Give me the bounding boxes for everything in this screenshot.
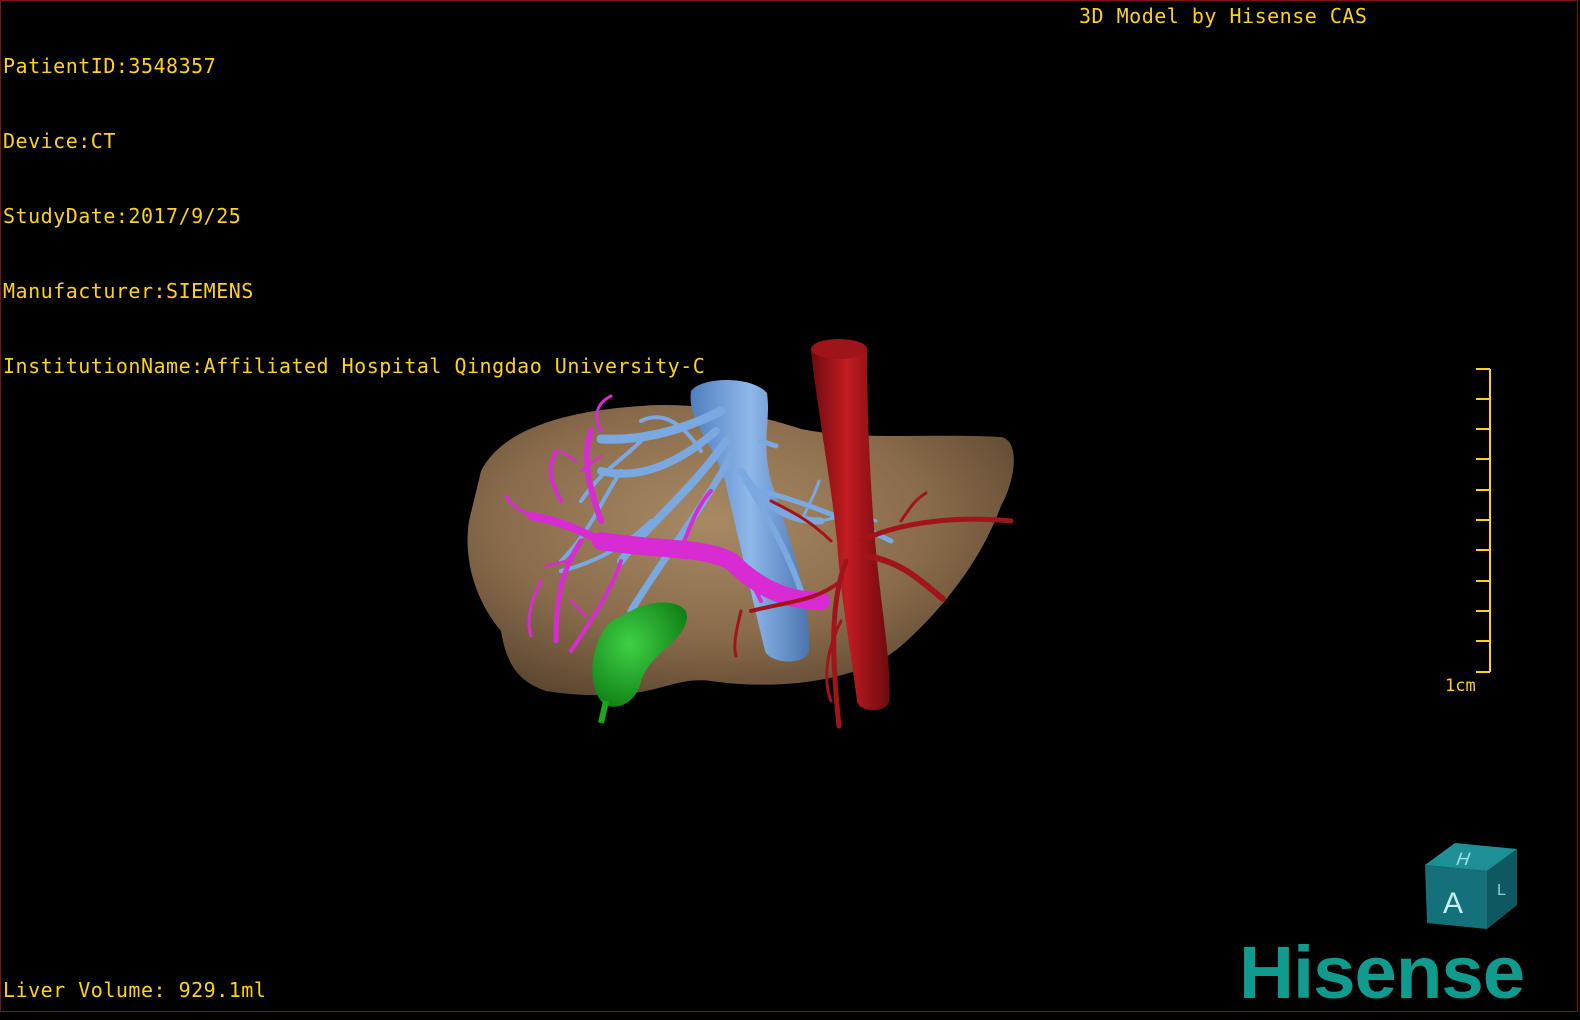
cube-front-letter: A: [1443, 887, 1463, 920]
cystic-duct: [598, 700, 609, 724]
aorta-top: [811, 339, 867, 359]
liver-volume-text: Liver Volume: 929.1ml: [3, 978, 267, 1002]
liver-3d-model[interactable]: [1, 1, 1577, 1011]
cube-side-letter: L: [1497, 882, 1506, 899]
orientation-cube-icon[interactable]: H A L: [1419, 837, 1523, 933]
scale-bar-icon: [1476, 368, 1491, 673]
3d-viewport[interactable]: PatientID:3548357 Device:CT StudyDate:20…: [0, 0, 1578, 1012]
hisense-logo: Hisense: [1239, 931, 1525, 1014]
scale-label: 1cm: [1445, 676, 1476, 696]
